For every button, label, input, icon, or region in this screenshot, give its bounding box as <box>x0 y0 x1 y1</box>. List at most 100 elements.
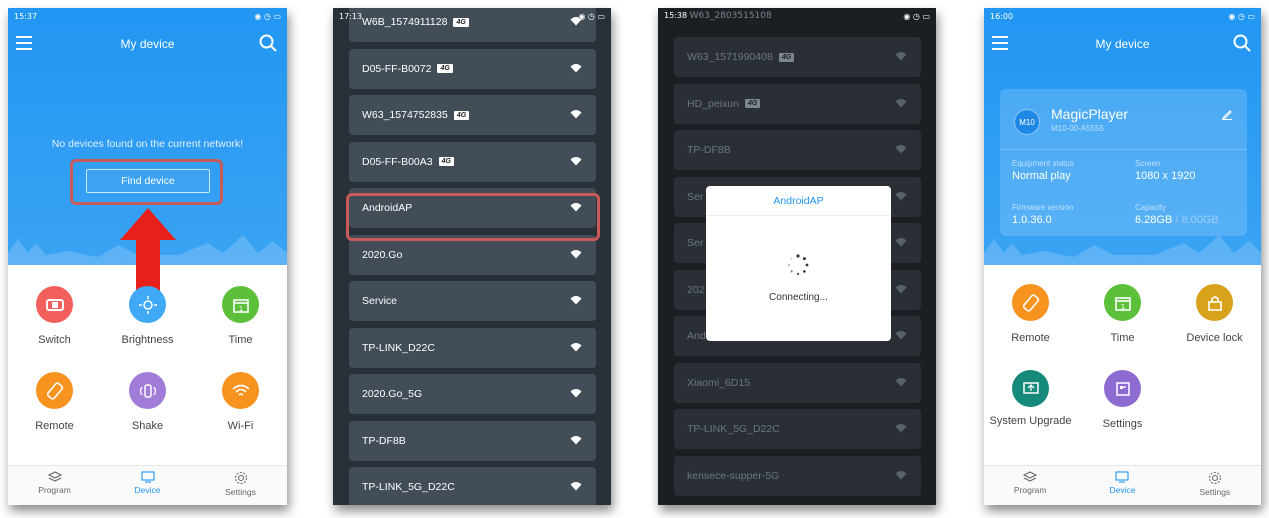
capacity-total: / 8.00GB <box>1172 214 1219 226</box>
partial-network: W63_2803515108 <box>689 11 772 21</box>
wifi-network-name: TP-DF8B <box>362 434 406 447</box>
wifi-signal-icon <box>570 156 582 165</box>
grid-item-switch[interactable]: Switch <box>8 286 101 346</box>
tab-program[interactable]: Program <box>984 466 1076 505</box>
wifi-network-item[interactable]: Service <box>349 281 596 321</box>
highlight-box <box>346 193 600 241</box>
edit-icon[interactable] <box>1221 108 1233 120</box>
grid-item-remote[interactable]: Remote <box>984 284 1077 344</box>
tab-settings[interactable]: Settings <box>1169 466 1261 505</box>
wifi-network-item[interactable]: TP-LINK_5G_D22C <box>349 467 596 505</box>
status-icons: ◉ ◷ ▭ <box>578 11 605 21</box>
remote-icon <box>36 372 73 409</box>
grid-item-device-lock[interactable]: Device lock <box>1168 284 1261 344</box>
tab-label: Settings <box>225 487 256 497</box>
capacity-used: 6.28GB <box>1135 214 1173 226</box>
wifi-network-item[interactable]: TP-LINK_D22C <box>349 327 596 368</box>
tab-device[interactable]: Device <box>101 466 194 505</box>
wifi-network-item[interactable]: HD_peixun 4G <box>674 83 921 124</box>
wifi-network-item[interactable]: W63_1574752835 4G <box>349 95 596 135</box>
wifi-signal-icon <box>570 63 582 72</box>
wifi-network-item[interactable]: TP-DF8B <box>349 420 596 461</box>
grid-item-label: Brightness <box>121 334 174 346</box>
wifi-signal-icon <box>895 191 907 200</box>
wifi-network-name: Service <box>362 295 398 307</box>
grid-item-time[interactable]: 1 Time <box>194 286 287 346</box>
device-card[interactable]: M10 MagicPlayer M10-00-A5555 Equipment s… <box>1000 89 1247 236</box>
menu-icon[interactable] <box>16 36 32 50</box>
status-icons: ◉ ◷ ▭ <box>254 11 281 21</box>
wifi-network-item[interactable]: D05-FF-B00A3 4G <box>349 141 596 182</box>
tab-label: Settings <box>1199 487 1231 497</box>
wifi-icon <box>222 372 259 409</box>
grid-item-wifi[interactable]: Wi-Fi <box>194 372 287 432</box>
grid-item-label: Switch <box>38 334 71 346</box>
firmware-value: 1.0.36.0 <box>1012 214 1052 226</box>
wifi-signal-icon <box>895 145 907 154</box>
screen-label: Screen <box>1135 159 1161 168</box>
network-tag-badge: 4G <box>778 52 795 62</box>
remote-icon <box>1012 284 1049 321</box>
layers-icon <box>47 471 62 482</box>
grid-item-system-upgrade[interactable]: System Upgrade <box>984 370 1077 427</box>
wifi-signal-icon <box>570 110 582 119</box>
switch-icon <box>36 286 73 323</box>
grid-item-time[interactable]: 1 Time <box>1076 284 1169 344</box>
search-icon[interactable] <box>259 34 277 52</box>
network-tag-badge: 4G <box>744 99 761 108</box>
wifi-network-name: TP-LINK_5G_D22C <box>687 423 780 435</box>
highlight-box <box>70 159 223 205</box>
tab-settings[interactable]: Settings <box>194 466 287 505</box>
wifi-network-name: Ser <box>687 237 704 249</box>
top-bar: My device <box>984 30 1261 58</box>
phone-screen-device-details: 16:00 ◉ ◷ ▭ My device M10 MagicPlayer M1… <box>984 8 1261 505</box>
wifi-network-item[interactable]: kensece-supper-5G <box>674 455 921 496</box>
settings-grid-icon <box>1104 370 1141 407</box>
tab-program[interactable]: Program <box>8 466 101 505</box>
grid-item-label: Wi-Fi <box>227 420 254 432</box>
wifi-network-name: TP-DF8B <box>687 144 731 156</box>
wifi-network-item[interactable]: Xiaomi_6D15 <box>674 362 921 403</box>
wifi-network-name: HD_peixun <box>687 97 739 110</box>
bottom-tab-bar: Program Device Settings <box>984 465 1261 505</box>
layers-icon <box>1023 471 1038 482</box>
card-divider <box>1000 149 1247 150</box>
tab-device[interactable]: Device <box>1076 466 1168 505</box>
grid-item-shake[interactable]: Shake <box>101 372 194 432</box>
wifi-network-item[interactable]: TP-DF8B <box>674 130 921 170</box>
grid-item-label: Time <box>228 334 253 346</box>
grid-item-remote[interactable]: Remote <box>8 372 101 432</box>
equipment-status: Equipment status Normal play <box>1012 159 1074 182</box>
equipment-status-label: Equipment status <box>1012 159 1074 168</box>
shake-icon <box>129 372 166 409</box>
menu-icon[interactable] <box>992 36 1008 50</box>
wifi-signal-icon <box>570 389 582 398</box>
wifi-network-name: Ser <box>687 190 704 203</box>
wifi-network-item[interactable]: D05-FF-B0072 4G <box>349 48 596 89</box>
search-icon[interactable] <box>1233 34 1251 52</box>
status-icons: ◉ ◷ ▭ <box>1228 11 1255 21</box>
grid-item-label: Remote <box>35 420 74 432</box>
gear-icon <box>1208 471 1221 485</box>
tab-label: Device <box>1109 485 1136 495</box>
status-bar: 15:38 W63_2803515108 ◉ ◷ ▭ <box>658 8 936 24</box>
wifi-network-name: W63_1574752835 <box>362 109 448 121</box>
network-tag-badge: 4G <box>453 110 470 120</box>
upgrade-icon <box>1012 370 1049 407</box>
wifi-signal-icon <box>895 284 907 293</box>
wifi-network-name: W63_1571990408 <box>687 51 773 63</box>
gear-icon <box>234 471 247 485</box>
wifi-signal-icon <box>895 470 907 479</box>
wifi-signal-icon <box>570 482 582 491</box>
screen-value: 1080 x 1920 <box>1135 170 1196 182</box>
capacity-info: Capacity 6.28GB / 8.00GB <box>1135 203 1219 226</box>
calendar-icon: 1 <box>222 286 259 323</box>
wifi-network-item[interactable]: 2020.Go_5G <box>349 374 596 414</box>
wifi-network-name: D05-FF-B00A3 <box>362 155 433 168</box>
grid-item-brightness[interactable]: Brightness <box>101 286 194 346</box>
wifi-network-item[interactable]: TP-LINK_5G_D22C <box>674 409 921 449</box>
grid-item-label: Settings <box>1102 418 1143 430</box>
wifi-network-name: 202 <box>687 283 705 296</box>
wifi-network-item[interactable]: W63_1571990408 4G <box>674 37 921 77</box>
grid-item-settings[interactable]: Settings <box>1076 370 1169 430</box>
